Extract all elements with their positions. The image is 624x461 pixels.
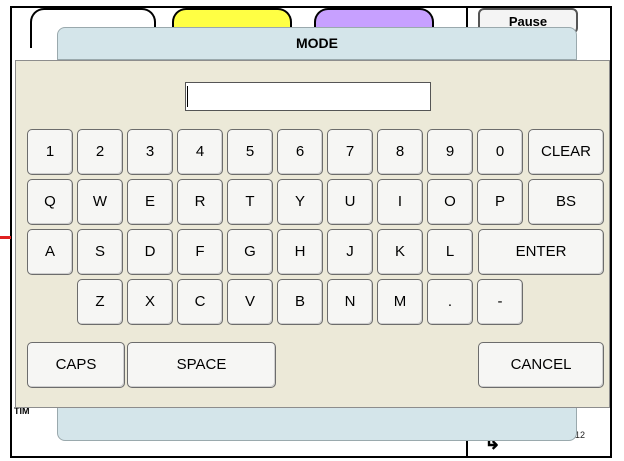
dialog-title: MODE [296,35,338,51]
key-label: 3 [145,143,155,160]
key-label: P [494,193,505,210]
dialog-footer [57,408,577,441]
key-label: J [346,243,354,260]
key-a[interactable]: A [27,229,73,275]
key-y[interactable]: Y [277,179,323,225]
key-clear[interactable]: CLEAR [528,129,604,175]
key-1[interactable]: 1 [27,129,73,175]
key-label: D [144,243,156,260]
key-t[interactable]: T [227,179,273,225]
red-marker [0,236,11,239]
key-label: T [245,193,255,210]
key-label: 1 [45,143,55,160]
key-label: M [393,293,407,310]
key-2[interactable]: 2 [77,129,123,175]
key-label: A [44,243,55,260]
key-z[interactable]: Z [77,279,123,325]
key-caps[interactable]: CAPS [27,342,125,388]
key-e[interactable]: E [127,179,173,225]
text-caret [187,86,188,107]
key-5[interactable]: 5 [227,129,273,175]
key-label: R [194,193,206,210]
key-label: U [344,193,356,210]
key-f[interactable]: F [177,229,223,275]
key-label: CAPS [55,356,97,373]
key-space[interactable]: SPACE [127,342,276,388]
key-label: G [244,243,256,260]
key-r[interactable]: R [177,179,223,225]
key-s[interactable]: S [77,229,123,275]
key-label: S [94,243,105,260]
key-m[interactable]: M [377,279,423,325]
key-label: E [144,193,155,210]
key-label: I [397,193,403,210]
key-label: Q [44,193,56,210]
key-label: ENTER [515,243,567,260]
key-label: V [244,293,255,310]
key-dash[interactable]: - [477,279,523,325]
dialog-header: MODE [57,27,577,60]
key-label: B [294,293,305,310]
key-o[interactable]: O [427,179,473,225]
key-enter[interactable]: ENTER [478,229,604,275]
key-g[interactable]: G [227,229,273,275]
key-label: X [144,293,155,310]
key-label: W [92,193,108,210]
key-8[interactable]: 8 [377,129,423,175]
key-label: BS [555,193,576,210]
key-3[interactable]: 3 [127,129,173,175]
key-label: 6 [295,143,305,160]
key-6[interactable]: 6 [277,129,323,175]
key-label: N [344,293,356,310]
key-label: 4 [195,143,205,160]
key-h[interactable]: H [277,229,323,275]
key-label: Y [294,193,305,210]
key-label: 0 [495,143,505,160]
key-p[interactable]: P [477,179,523,225]
key-0[interactable]: 0 [477,129,523,175]
key-x[interactable]: X [127,279,173,325]
key-d[interactable]: D [127,229,173,275]
key-label: K [394,243,405,260]
key-7[interactable]: 7 [327,129,373,175]
key-label: - [497,293,503,310]
key-label: 5 [245,143,255,160]
key-l[interactable]: L [427,229,473,275]
key-label: L [445,243,455,260]
key-j[interactable]: J [327,229,373,275]
key-i[interactable]: I [377,179,423,225]
key-c[interactable]: C [177,279,223,325]
key-v[interactable]: V [227,279,273,325]
key-label: C [194,293,206,310]
key-label: CANCEL [510,356,572,373]
key-9[interactable]: 9 [427,129,473,175]
key-label: SPACE [176,356,227,373]
key-4[interactable]: 4 [177,129,223,175]
key-label: 9 [445,143,455,160]
key-k[interactable]: K [377,229,423,275]
key-cancel[interactable]: CANCEL [478,342,604,388]
key-q[interactable]: Q [27,179,73,225]
key-bs[interactable]: BS [528,179,604,225]
key-label: 2 [95,143,105,160]
key-label: O [444,193,456,210]
key-label: Z [95,293,105,310]
key-label: . [447,293,453,310]
key-label: 8 [395,143,405,160]
key-n[interactable]: N [327,279,373,325]
key-b[interactable]: B [277,279,323,325]
key-label: CLEAR [540,143,592,160]
mode-text-input[interactable] [185,82,431,111]
key-period[interactable]: . [427,279,473,325]
key-label: H [294,243,306,260]
key-u[interactable]: U [327,179,373,225]
key-label: F [195,243,205,260]
key-label: 7 [345,143,355,160]
key-w[interactable]: W [77,179,123,225]
